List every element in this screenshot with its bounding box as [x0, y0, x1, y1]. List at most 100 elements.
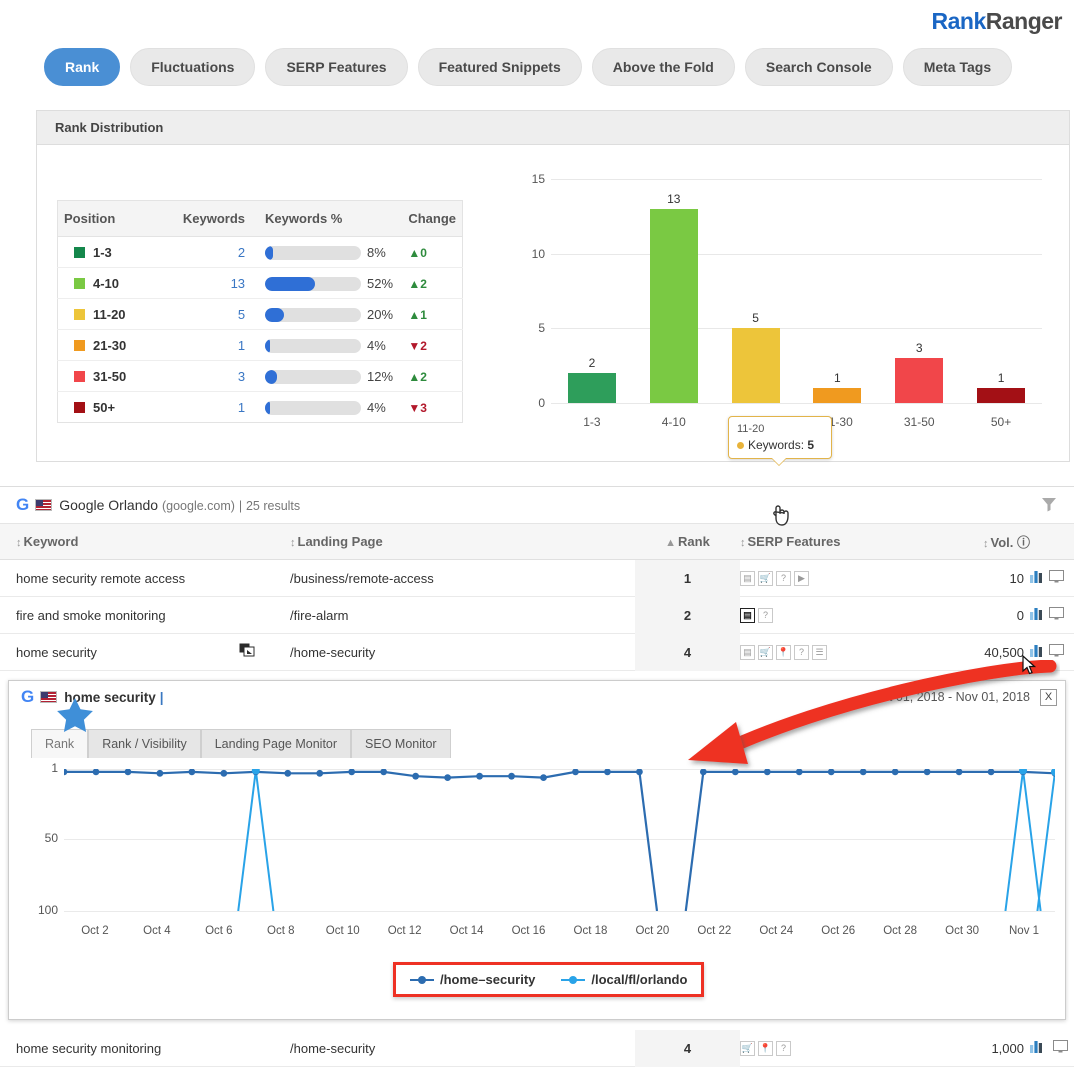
desktop-icon[interactable]	[1049, 608, 1064, 623]
bar-column[interactable]: 2	[551, 179, 633, 403]
legend-marker	[410, 979, 434, 981]
table-row[interactable]: fire and smoke monitoring/fire-alarm2▤?0	[0, 597, 1074, 634]
bar-column[interactable]: 13	[633, 179, 715, 403]
row-landing-page[interactable]: /business/remote-access	[290, 571, 635, 586]
table-row[interactable]: 31-50312%▲2	[58, 361, 463, 392]
col-volume[interactable]: ↕Vol. ⓘ	[920, 532, 1030, 551]
bar-column[interactable]: 5	[715, 179, 797, 403]
row-position: 11-20	[58, 299, 177, 330]
tab-rank[interactable]: Rank	[44, 48, 120, 86]
row-landing-page[interactable]: /fire-alarm	[290, 608, 635, 623]
col-keywords-pct[interactable]: Keywords %	[259, 201, 402, 237]
table-row[interactable]: 21-3014%▼2	[58, 330, 463, 361]
expand-window-icon[interactable]	[239, 643, 256, 661]
row-rank: 2	[635, 597, 740, 634]
keyword-title-suffix: |	[160, 690, 164, 705]
tab-meta-tags[interactable]: Meta Tags	[903, 48, 1012, 86]
tab-landing-page-monitor[interactable]: Landing Page Monitor	[201, 729, 351, 758]
table-row[interactable]: home security monitoring /home-security …	[0, 1030, 1074, 1067]
tab-featured-snippets[interactable]: Featured Snippets	[418, 48, 582, 86]
line-series-svg	[64, 769, 1055, 911]
col-keywords[interactable]: Keywords	[177, 201, 259, 237]
x-axis-tick-label: Oct 30	[931, 925, 993, 937]
x-axis-tick-label: Oct 26	[807, 925, 869, 937]
rank-distribution-bar-chart: 0510152135131 1-34-1011-2021-3031-5050+	[507, 165, 1052, 445]
row-position: 4-10	[58, 268, 177, 299]
tab-search-console[interactable]: Search Console	[745, 48, 893, 86]
legend-item-home-security[interactable]: /home–security	[410, 972, 535, 987]
faq-icon: ?	[776, 571, 791, 586]
col-serp-features[interactable]: ↕SERP Features	[740, 534, 920, 549]
col-keyword[interactable]: ↕Keyword	[0, 534, 290, 549]
tooltip-label: Keywords:	[748, 438, 804, 452]
bar-column[interactable]: 3	[878, 179, 960, 403]
col-landing-page[interactable]: ↕Landing Page	[290, 534, 635, 549]
table-row[interactable]: 1-328%▲0	[58, 237, 463, 268]
col-change[interactable]: Change	[402, 201, 462, 237]
bar[interactable]	[813, 388, 861, 403]
row-serp-features: ▤?	[740, 607, 920, 623]
x-axis-tick-label: Oct 22	[683, 925, 745, 937]
bar-value-label: 5	[752, 311, 759, 325]
row-keywords-pct: 20%	[259, 299, 402, 330]
legend-item-local-orlando[interactable]: /local/fl/orlando	[561, 972, 687, 987]
row-landing-page[interactable]: /home-security	[290, 1041, 635, 1056]
help-icon[interactable]: ⓘ	[1017, 535, 1030, 550]
row-rank: 4	[635, 634, 740, 671]
bar-column[interactable]: 1	[796, 179, 878, 403]
tab-fluctuations[interactable]: Fluctuations	[130, 48, 255, 86]
table-row[interactable]: 11-20520%▲1	[58, 299, 463, 330]
tab-serp-features[interactable]: SERP Features	[265, 48, 407, 86]
mouse-cursor-icon	[1022, 655, 1036, 681]
bar[interactable]	[977, 388, 1025, 403]
desktop-icon[interactable]	[1049, 571, 1064, 586]
row-actions	[1030, 570, 1074, 587]
funnel-icon[interactable]	[1040, 495, 1058, 516]
tab-rank[interactable]: Rank	[31, 729, 88, 758]
bar-chart-icon[interactable]	[1030, 571, 1044, 586]
row-keywords-pct: 52%	[259, 268, 402, 299]
x-axis-tick-label: 1-3	[551, 415, 633, 429]
col-rank[interactable]: ▲Rank	[635, 534, 740, 549]
col-position[interactable]: Position	[58, 201, 177, 237]
sort-asc-icon: ▲	[665, 537, 676, 549]
bar[interactable]	[895, 358, 943, 403]
rank-distribution-table: Position Keywords Keywords % Change 1-32…	[57, 200, 463, 423]
close-icon[interactable]: X	[1040, 689, 1057, 706]
tab-seo-monitor[interactable]: SEO Monitor	[351, 729, 451, 758]
y-axis-tick-label: 100	[18, 903, 58, 917]
row-keywords-pct: 4%	[259, 392, 402, 423]
bar[interactable]	[650, 209, 698, 403]
desktop-icon[interactable]	[1049, 645, 1064, 660]
table-row[interactable]: 50+14%▼3	[58, 392, 463, 423]
table-row[interactable]: home security/home-security4▤🛒📍?☰40,500	[0, 634, 1074, 671]
y-axis-tick-label: 5	[513, 321, 545, 335]
bar-value-label: 13	[667, 192, 680, 206]
col-serp-label: SERP Features	[748, 534, 841, 549]
tab-rank-visibility[interactable]: Rank / Visibility	[88, 729, 201, 758]
row-change: ▲0	[402, 237, 462, 268]
engine-separator: |	[239, 499, 242, 513]
tab-above-the-fold[interactable]: Above the Fold	[592, 48, 735, 86]
chart-legend: /home–security /local/fl/orlando	[393, 962, 704, 997]
row-position: 50+	[58, 392, 177, 423]
x-axis-tick-label: Oct 4	[126, 925, 188, 937]
bar-chart-icon[interactable]	[1030, 608, 1044, 623]
x-axis-tick-label: Oct 10	[312, 925, 374, 937]
bar[interactable]	[732, 328, 780, 403]
bar-value-label: 3	[916, 341, 923, 355]
star-icon[interactable]	[56, 697, 94, 733]
date-range-label[interactable]: Oct 01, 2018 - Nov 01, 2018	[873, 690, 1030, 704]
row-landing-page[interactable]: /home-security	[290, 645, 635, 660]
table-row[interactable]: 4-101352%▲2	[58, 268, 463, 299]
bar-chart-icon[interactable]	[1030, 1041, 1044, 1056]
bar-value-label: 2	[589, 356, 596, 370]
desktop-icon[interactable]	[1053, 1041, 1068, 1056]
table-row[interactable]: home security remote access/business/rem…	[0, 560, 1074, 597]
sort-icon: ↕	[983, 538, 989, 550]
color-swatch	[74, 340, 85, 351]
bar[interactable]	[568, 373, 616, 403]
color-swatch	[74, 247, 85, 258]
us-flag-icon	[35, 499, 52, 511]
bar-column[interactable]: 1	[960, 179, 1042, 403]
